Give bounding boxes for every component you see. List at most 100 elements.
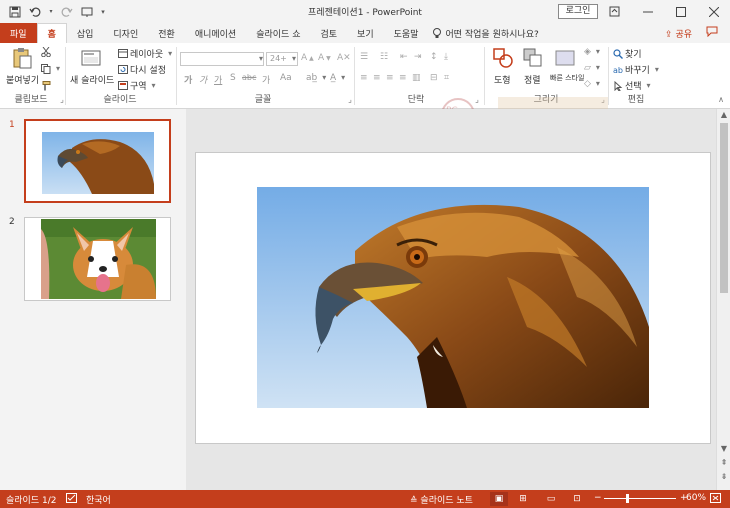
font-name-dropdown-icon[interactable]: ▾ bbox=[256, 54, 266, 64]
close-icon[interactable] bbox=[697, 0, 730, 23]
zoom-slider-knob[interactable] bbox=[626, 494, 629, 503]
zoom-level[interactable]: 60% bbox=[686, 493, 706, 503]
highlight-color-icon[interactable]: ab̲ ▾ bbox=[306, 73, 329, 83]
font-color-icon[interactable]: A̲ ▾ bbox=[330, 73, 348, 83]
numbering-icon[interactable]: ☷ bbox=[380, 52, 388, 62]
zoom-out-icon[interactable]: − bbox=[594, 493, 602, 503]
minimize-icon[interactable] bbox=[631, 0, 664, 23]
maximize-icon[interactable] bbox=[664, 0, 697, 23]
paragraph-dialog-launcher-icon[interactable]: ⌟ bbox=[472, 95, 482, 105]
italic-button[interactable]: 가 bbox=[199, 73, 207, 86]
copy-icon[interactable]: ▾ bbox=[41, 64, 63, 74]
layout-button[interactable]: 레이아웃 ▾ bbox=[118, 47, 175, 60]
spelling-check-icon[interactable] bbox=[66, 493, 77, 506]
eagle-image[interactable] bbox=[257, 187, 649, 408]
tab-animations[interactable]: 애니메이션 bbox=[185, 23, 246, 43]
undo-dropdown-icon[interactable]: ▾ bbox=[48, 5, 54, 19]
slideshow-view-icon[interactable]: ⊡ bbox=[568, 492, 586, 506]
shape-outline-icon[interactable]: ▱ ▾ bbox=[584, 63, 603, 73]
find-button[interactable]: 찾기 bbox=[613, 47, 642, 60]
shape-effects-icon[interactable]: ◇ ▾ bbox=[584, 79, 603, 89]
previous-slide-icon[interactable]: ⇞ bbox=[717, 458, 730, 467]
quick-styles-button[interactable]: 빠른 스타일 bbox=[550, 47, 584, 87]
font-size-dropdown-icon[interactable]: ▾ bbox=[289, 54, 299, 64]
save-icon[interactable] bbox=[8, 5, 22, 19]
scrollbar-thumb[interactable] bbox=[720, 123, 728, 293]
notes-button[interactable]: ≙ 슬라이드 노트 bbox=[410, 493, 473, 506]
drawing-group-label: 그리기 bbox=[533, 95, 559, 105]
paste-icon bbox=[13, 48, 32, 69]
redo-icon[interactable] bbox=[60, 5, 74, 19]
zoom-slider[interactable] bbox=[604, 494, 676, 503]
character-spacing-button[interactable]: 가 bbox=[262, 73, 270, 86]
tab-file[interactable]: 파일 bbox=[0, 23, 37, 43]
share-button[interactable]: ⇪ 공유 bbox=[665, 27, 692, 40]
bullets-icon[interactable]: ☰ bbox=[360, 52, 368, 62]
strikethrough-button[interactable]: abc bbox=[242, 73, 256, 82]
line-spacing-icon[interactable]: ↕ bbox=[430, 52, 438, 62]
language-status[interactable]: 한국어 bbox=[86, 493, 111, 506]
slide-sorter-view-icon[interactable]: ⊞ bbox=[514, 492, 532, 506]
arrange-button[interactable]: 정렬 bbox=[520, 47, 546, 87]
smartart-icon[interactable]: ⌗ bbox=[444, 73, 449, 83]
next-slide-icon[interactable]: ⇟ bbox=[717, 472, 730, 481]
customize-qat-icon[interactable]: ▾ bbox=[100, 5, 106, 19]
align-text-icon[interactable]: ⊟ bbox=[430, 73, 438, 83]
section-button[interactable]: 구역 ▾ bbox=[118, 79, 159, 92]
scroll-down-icon[interactable]: ▼ bbox=[717, 444, 730, 453]
font-name-input[interactable] bbox=[180, 52, 264, 66]
shadow-button[interactable]: S bbox=[230, 73, 236, 83]
editor-vertical-scrollbar[interactable]: ▲ ▼ ⇞ ⇟ bbox=[716, 109, 730, 490]
ribbon-display-options-icon[interactable] bbox=[598, 0, 631, 23]
increase-font-icon[interactable]: A ▲ bbox=[301, 53, 314, 63]
tell-me-search[interactable]: 어떤 작업을 원하시나요? bbox=[432, 23, 539, 43]
status-bar: 슬라이드 1/2 한국어 ≙ 슬라이드 노트 ▣ ⊞ ▭ ⊡ − + 60% bbox=[0, 490, 730, 508]
tab-insert[interactable]: 삽입 bbox=[67, 23, 104, 43]
underline-button[interactable]: 가 bbox=[214, 73, 222, 86]
present-from-start-icon[interactable] bbox=[80, 5, 94, 19]
format-painter-icon[interactable] bbox=[41, 81, 51, 91]
justify-icon[interactable]: ≡ bbox=[399, 73, 407, 83]
tab-review[interactable]: 검토 bbox=[310, 23, 347, 43]
copy-dropdown-icon[interactable]: ▾ bbox=[53, 64, 63, 74]
increase-indent-icon[interactable]: ⇥ bbox=[414, 52, 422, 62]
bold-button[interactable]: 가 bbox=[184, 73, 192, 86]
slide-thumbnail-1[interactable] bbox=[24, 119, 171, 203]
align-left-icon[interactable]: ≡ bbox=[360, 73, 368, 83]
shape-fill-icon[interactable]: ◈ ▾ bbox=[584, 47, 603, 57]
comments-icon[interactable] bbox=[706, 26, 718, 40]
arrange-label: 정렬 bbox=[524, 76, 541, 86]
tab-home[interactable]: 홈 bbox=[36, 23, 67, 43]
decrease-indent-icon[interactable]: ⇤ bbox=[400, 52, 408, 62]
clear-formatting-icon[interactable]: A✕ bbox=[337, 53, 351, 63]
tab-transitions[interactable]: 전환 bbox=[148, 23, 185, 43]
normal-view-icon[interactable]: ▣ bbox=[490, 492, 508, 506]
paste-button[interactable]: 붙여넣기 bbox=[6, 47, 39, 91]
columns-icon[interactable]: ▥ bbox=[412, 73, 421, 83]
slide-thumbnail-2[interactable] bbox=[24, 217, 171, 301]
tab-design[interactable]: 디자인 bbox=[103, 23, 148, 43]
undo-icon[interactable] bbox=[28, 5, 42, 19]
select-button[interactable]: 선택 ▾ bbox=[613, 79, 654, 92]
login-button[interactable]: 로그인 bbox=[558, 4, 598, 19]
align-right-icon[interactable]: ≡ bbox=[386, 73, 394, 83]
replace-button[interactable]: ab 바꾸기 ▾ bbox=[613, 63, 662, 77]
tab-slideshow[interactable]: 슬라이드 쇼 bbox=[246, 23, 310, 43]
tab-help[interactable]: 도움말 bbox=[384, 23, 429, 43]
shapes-button[interactable]: 도형 bbox=[490, 47, 516, 87]
new-slide-button[interactable]: 새 슬라이드 bbox=[69, 47, 115, 93]
scroll-up-icon[interactable]: ▲ bbox=[717, 110, 730, 119]
reset-button[interactable]: 다시 설정 bbox=[118, 63, 166, 76]
cut-icon[interactable] bbox=[41, 47, 51, 57]
decrease-font-icon[interactable]: A ▼ bbox=[318, 53, 331, 63]
change-case-button[interactable]: Aa bbox=[280, 73, 292, 83]
slide-canvas[interactable] bbox=[195, 152, 711, 444]
collapse-ribbon-icon[interactable]: ∧ bbox=[716, 95, 726, 105]
drawing-dialog-launcher-icon[interactable]: ⌟ bbox=[598, 95, 608, 105]
reading-view-icon[interactable]: ▭ bbox=[542, 492, 560, 506]
tab-view[interactable]: 보기 bbox=[347, 23, 384, 43]
align-center-icon[interactable]: ≡ bbox=[373, 73, 381, 83]
fit-slide-icon[interactable] bbox=[710, 493, 721, 506]
search-icon bbox=[613, 48, 623, 59]
text-direction-icon[interactable]: ⤓ bbox=[444, 52, 448, 62]
